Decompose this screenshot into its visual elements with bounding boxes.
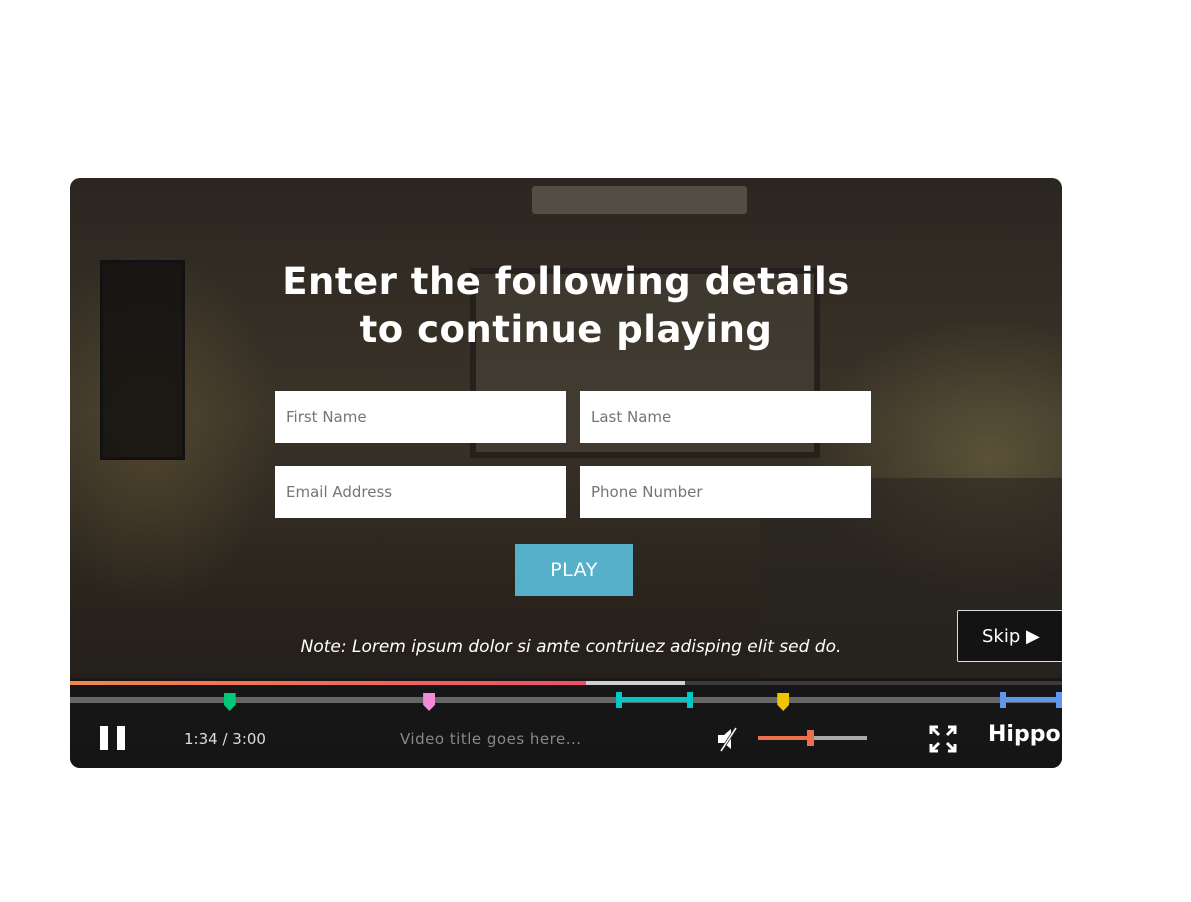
range-marker[interactable]: [999, 692, 1062, 708]
video-background-ac: [532, 186, 747, 214]
last-name-input[interactable]: [580, 391, 871, 443]
time-display: 1:34 / 3:00: [184, 730, 266, 748]
range-marker[interactable]: [615, 692, 693, 708]
first-name-input[interactable]: [275, 391, 566, 443]
title-line-1: Enter the following details: [282, 260, 850, 303]
mute-button[interactable]: [716, 726, 740, 752]
video-title: Video title goes here...: [400, 730, 582, 748]
range-end-handle[interactable]: [686, 692, 693, 708]
phone-input[interactable]: [580, 466, 871, 518]
fullscreen-icon: [929, 725, 957, 753]
chapter-marker[interactable]: [423, 693, 436, 711]
pause-button[interactable]: [100, 726, 126, 750]
range-start-handle[interactable]: [615, 692, 622, 708]
skip-button[interactable]: Skip ▶: [957, 610, 1062, 662]
control-bar: 1:34 / 3:00 Video title goes here... Hip…: [70, 678, 1062, 768]
progress-played: [70, 681, 586, 685]
lead-form-title: Enter the following details to continue …: [70, 258, 1062, 354]
fullscreen-button[interactable]: [929, 725, 957, 753]
email-input[interactable]: [275, 466, 566, 518]
pause-icon-bar: [117, 726, 125, 750]
chapter-marker[interactable]: [223, 693, 236, 711]
play-button[interactable]: PLAY: [515, 544, 633, 596]
range-bar: [999, 697, 1062, 702]
volume-knob[interactable]: [807, 730, 815, 746]
range-end-handle[interactable]: [1055, 692, 1062, 708]
note-text: Note: Lorem ipsum dolor si amte contriue…: [300, 637, 842, 657]
volume-slider[interactable]: [758, 730, 867, 746]
volume-fill: [758, 736, 811, 740]
range-bar: [615, 697, 693, 702]
range-start-handle[interactable]: [999, 692, 1006, 708]
speaker-muted-icon: [718, 727, 738, 752]
video-player[interactable]: Enter the following details to continue …: [70, 178, 1062, 768]
pause-icon: [100, 726, 108, 750]
chapter-marker[interactable]: [777, 693, 790, 711]
title-line-2: to continue playing: [359, 308, 773, 351]
marker-track[interactable]: [70, 697, 1062, 703]
hippo-logo[interactable]: Hippo: [988, 722, 1061, 747]
